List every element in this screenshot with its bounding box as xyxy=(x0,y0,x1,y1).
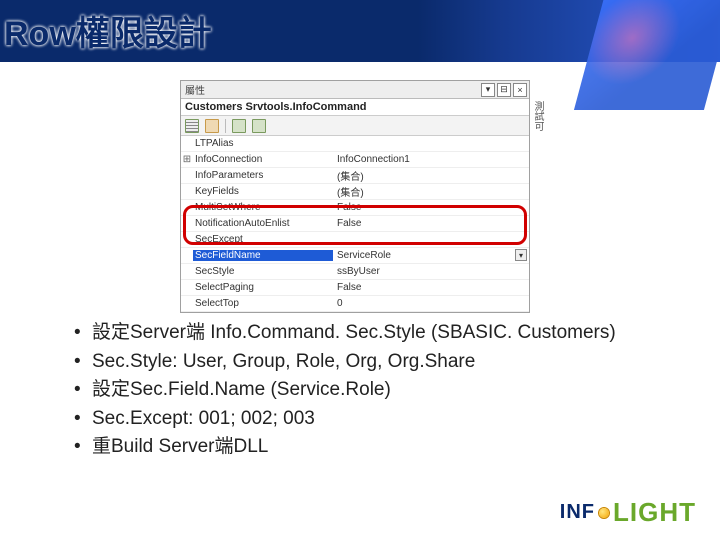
bullet-list: 設定Server端 Info.Command. Sec.Style (SBASI… xyxy=(70,320,630,463)
property-row[interactable]: KeyFields(集合) xyxy=(181,184,529,200)
property-name: SelectTop xyxy=(193,298,333,309)
dropdown-arrow-icon[interactable]: ▾ xyxy=(515,249,527,261)
property-value[interactable]: ssByUser xyxy=(333,266,529,277)
panel-close-icon[interactable]: × xyxy=(513,83,527,97)
property-name: SecStyle xyxy=(193,266,333,277)
side-tab-label: 測試可 xyxy=(531,101,545,131)
property-name: KeyFields xyxy=(193,186,333,197)
property-name: InfoParameters xyxy=(193,170,333,181)
property-value[interactable]: (集合) xyxy=(333,168,529,183)
property-name: SecFieldName xyxy=(193,250,333,261)
header-decoration xyxy=(574,0,720,110)
panel-titlebar: 屬性 ▾ ⊟ × xyxy=(181,81,529,99)
panel-object-header[interactable]: Customers Srvtools.InfoCommand xyxy=(181,99,529,116)
brand-logo: INF LIGHT xyxy=(560,497,696,528)
property-value[interactable]: 0 xyxy=(333,298,529,309)
property-value[interactable]: False xyxy=(333,218,529,229)
property-row[interactable]: NotificationAutoEnlistFalse xyxy=(181,216,529,232)
panel-pin-icon[interactable]: ⊟ xyxy=(497,83,511,97)
bullet-item: 設定Server端 Info.Command. Sec.Style (SBASI… xyxy=(70,320,630,347)
property-page-icon[interactable] xyxy=(232,119,246,133)
property-value[interactable]: ServiceRole xyxy=(333,250,529,261)
property-value[interactable]: (集合) xyxy=(333,184,529,199)
properties-panel: 屬性 ▾ ⊟ × Customers Srvtools.InfoCommand … xyxy=(180,80,530,313)
property-row[interactable]: SecExcept xyxy=(181,232,529,248)
panel-dropdown-icon[interactable]: ▾ xyxy=(481,83,495,97)
property-value[interactable]: False xyxy=(333,282,529,293)
property-value[interactable]: InfoConnection1 xyxy=(333,154,529,165)
expand-icon[interactable]: ⊞ xyxy=(181,154,193,166)
property-row[interactable]: LTPAlias xyxy=(181,136,529,152)
logo-text-info: INF xyxy=(560,501,595,524)
property-name: MultiSetWhere xyxy=(193,202,333,213)
bullet-item: 設定Sec.Field.Name (Service.Role) xyxy=(70,377,630,404)
slide-title: Row權限設計 xyxy=(4,6,212,55)
property-row[interactable]: ⊞InfoConnectionInfoConnection1 xyxy=(181,152,529,168)
events-icon[interactable] xyxy=(252,119,266,133)
bullet-item: 重Build Server端DLL xyxy=(70,434,630,461)
property-name: NotificationAutoEnlist xyxy=(193,218,333,229)
property-row[interactable]: SelectTop0 xyxy=(181,296,529,312)
bullet-item: Sec.Style: User, Group, Role, Org, Org.S… xyxy=(70,349,630,376)
panel-title-label: 屬性 xyxy=(185,82,205,97)
logo-text-light: LIGHT xyxy=(613,497,696,528)
logo-dot-icon xyxy=(599,508,609,518)
panel-toolbar xyxy=(181,116,529,136)
bullet-item: Sec.Except: 001; 002; 003 xyxy=(70,406,630,433)
property-row[interactable]: SecStylessByUser xyxy=(181,264,529,280)
property-grid[interactable]: LTPAlias⊞InfoConnectionInfoConnection1In… xyxy=(181,136,529,312)
property-value[interactable]: False xyxy=(333,202,529,213)
property-name: SecExcept xyxy=(193,234,333,245)
property-name: LTPAlias xyxy=(193,138,333,149)
property-row[interactable]: MultiSetWhereFalse xyxy=(181,200,529,216)
alphabetical-icon[interactable] xyxy=(205,119,219,133)
property-row[interactable]: SecFieldNameServiceRole▾ xyxy=(181,248,529,264)
property-name: SelectPaging xyxy=(193,282,333,293)
categorized-icon[interactable] xyxy=(185,119,199,133)
property-row[interactable]: InfoParameters(集合) xyxy=(181,168,529,184)
property-row[interactable]: SelectPagingFalse xyxy=(181,280,529,296)
property-name: InfoConnection xyxy=(193,154,333,165)
